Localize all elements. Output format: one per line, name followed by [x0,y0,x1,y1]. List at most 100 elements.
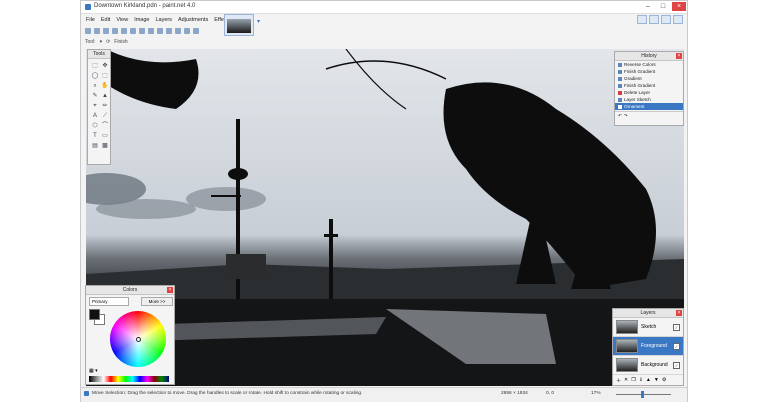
redo-icon[interactable] [175,28,181,34]
layer-controls: ＋ ✕ ❐ ⇓ ▲ ▼ ⚙ [613,375,683,386]
curve-icon[interactable]: ⌒ [101,122,109,130]
open-icon[interactable] [94,28,100,34]
text-tool-icon[interactable]: A [91,112,99,120]
tab-scroll-icon[interactable]: ▾ [257,18,260,25]
delete-layer-icon[interactable]: ✕ [624,377,628,384]
minimize-button[interactable]: – [641,2,655,11]
shapes-icon[interactable]: ⬡ [91,122,99,130]
zoom-level[interactable]: 17% [591,391,601,396]
history-item-icon [618,62,622,67]
tools-toggle-icon[interactable] [637,15,647,24]
window-panel-toggles [637,15,683,24]
cursor-position: 0, 0 [546,391,555,396]
layer-row[interactable]: Sketch ✓ [613,318,683,337]
brush-icon[interactable]: ✎ [91,92,99,100]
deselect-icon[interactable] [157,28,163,34]
colors-toggle-icon[interactable] [673,15,683,24]
grid-icon[interactable] [184,28,190,34]
history-item[interactable]: Finish Gradient [615,68,683,75]
fill-icon[interactable]: ▲ [101,92,109,100]
history-item[interactable]: Gradient [615,75,683,82]
line-icon[interactable]: ⟋ [101,112,109,120]
more-button[interactable]: More >> [141,297,173,306]
maximize-button[interactable]: □ [656,2,670,11]
clone-stamp-icon[interactable]: ▤ [91,142,99,150]
close-button[interactable]: × [672,2,686,11]
primary-color-swatch[interactable] [89,309,100,320]
zoom-icon[interactable]: ⌕ [91,82,99,90]
window-title: Downtown Kirkland.pdn - paint.net 4.0 [94,3,196,9]
history-item[interactable]: Delete Layer [615,89,683,96]
undo-icon[interactable] [166,28,172,34]
settings-icon[interactable] [193,28,199,34]
zoom-slider-thumb[interactable] [641,391,644,398]
image-tab[interactable] [224,14,254,36]
layer-visibility-checkbox[interactable]: ✓ [673,323,680,331]
layer-visibility-checkbox[interactable]: ✓ [673,342,680,350]
menu-file[interactable]: File [86,17,95,23]
menu-layers[interactable]: Layers [155,17,172,23]
menu-view[interactable]: View [116,17,128,23]
undo-icon[interactable]: ↶ [618,112,622,119]
merge-down-icon[interactable]: ⇓ [639,377,643,384]
pencil-icon[interactable]: ✏ [101,102,109,110]
image-canvas[interactable] [86,49,684,386]
history-item-selected[interactable]: Ornament [615,103,683,110]
layer-row[interactable]: Background ✓ [613,356,683,375]
move-up-icon[interactable]: ▲ [646,377,651,384]
colors-panel: Colors × Primary More >> ▦ ▾ [85,285,175,385]
menu-adjustments[interactable]: Adjustments [178,17,208,23]
layers-panel-header: Layers × [613,309,683,318]
rectangle-icon[interactable]: ▭ [101,132,109,140]
tool-dropdown-icon[interactable]: ▾ [100,39,103,45]
add-layer-icon[interactable]: ＋ [616,377,621,384]
palette-menu-icon[interactable]: ▦ ▾ [89,368,98,374]
history-item[interactable]: Layer Sketch [615,96,683,103]
layer-properties-icon[interactable]: ⚙ [662,377,666,384]
history-item[interactable]: Finish Gradient [615,82,683,89]
color-mode-dropdown[interactable]: Primary [89,297,129,306]
copy-icon[interactable] [130,28,136,34]
ellipse-select-icon[interactable]: ◯ [91,72,99,80]
save-icon[interactable] [103,28,109,34]
history-toggle-icon[interactable] [649,15,659,24]
magic-wand-icon[interactable]: ⬚ [101,72,109,80]
layers-panel: Layers × Sketch ✓ Foreground ✓ Background… [612,308,684,386]
pan-icon[interactable]: ✋ [101,82,109,90]
move-down-icon[interactable]: ▼ [654,377,659,384]
new-icon[interactable] [85,28,91,34]
menu-bar: File Edit View Image Layers Adjustments … [81,14,231,25]
type-icon[interactable]: T [91,132,99,140]
rectangle-select-icon[interactable]: ⬚ [91,62,99,70]
redo-icon[interactable]: ↷ [624,112,628,119]
recolor-icon[interactable]: ▩ [101,142,109,150]
layer-visibility-checkbox[interactable]: ✓ [673,361,680,369]
layer-name: Foreground [641,343,667,349]
menu-edit[interactable]: Edit [101,17,110,23]
history-item-icon [618,97,622,102]
color-wheel-cursor[interactable] [136,337,141,342]
move-icon[interactable]: ✥ [101,62,109,70]
tool-options-bar: Tool: ▾ ⟳ Finish [81,37,305,47]
layer-thumbnail [616,358,638,372]
layers-close-button[interactable]: × [676,310,682,316]
history-controls: ↶ ↷ [615,111,683,119]
finish-label[interactable]: Finish [114,39,127,45]
print-icon[interactable] [112,28,118,34]
layer-row-selected[interactable]: Foreground ✓ [613,337,683,356]
history-item[interactable]: Reverse Colors [615,61,683,68]
color-palette[interactable] [89,376,169,382]
history-panel-header: History × [615,52,683,61]
menu-image[interactable]: Image [134,17,149,23]
history-close-button[interactable]: × [676,53,682,59]
finish-icon[interactable]: ⟳ [106,39,110,45]
crop-icon[interactable] [148,28,154,34]
duplicate-layer-icon[interactable]: ❐ [631,377,635,384]
status-bar: Move Selection: Drag the selection to mo… [81,387,687,402]
layers-toggle-icon[interactable] [661,15,671,24]
layer-name: Sketch [641,324,657,330]
cut-icon[interactable] [121,28,127,34]
paste-icon[interactable] [139,28,145,34]
color-picker-icon[interactable]: ⌖ [91,102,99,110]
colors-close-button[interactable]: × [167,287,173,293]
